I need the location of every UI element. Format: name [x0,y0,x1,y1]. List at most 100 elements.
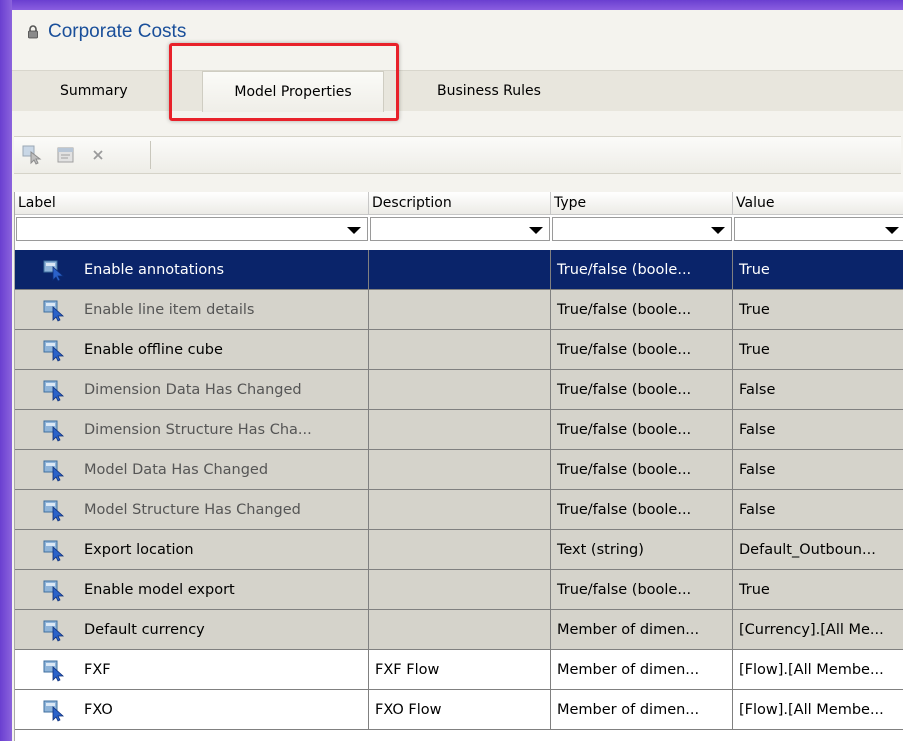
cell-label-text: Model Data Has Changed [84,462,269,478]
property-icon [43,418,65,442]
cell-label-text: Enable offline cube [84,342,223,358]
cell-type[interactable]: Member of dimen... [551,690,733,730]
cell-value[interactable]: True [733,330,903,370]
tab-business-rules[interactable]: Business Rules [437,71,541,111]
cell-label[interactable]: FXF [15,650,369,690]
toolbar [14,136,901,174]
cell-type[interactable]: True/false (boole... [551,250,733,290]
chevron-down-icon [347,227,361,234]
column-header-label[interactable]: Label [15,192,369,214]
cell-label[interactable]: Enable line item details [15,290,369,330]
column-header-value[interactable]: Value [733,192,903,214]
cell-description[interactable] [369,530,551,570]
cell-description[interactable] [369,410,551,450]
chevron-down-icon [529,227,543,234]
cell-type[interactable]: True/false (boole... [551,410,733,450]
table-row[interactable]: Default currency Member of dimen... [Curre… [15,610,903,650]
table-row[interactable]: Dimension Data Has Changed True/false (bo… [15,370,903,410]
cell-description[interactable] [369,250,551,290]
cell-label[interactable]: Default currency [15,610,369,650]
cell-type[interactable]: True/false (boole... [551,490,733,530]
property-icon [43,338,65,362]
filter-label-dropdown[interactable] [16,217,368,241]
cell-type[interactable]: Text (string) [551,530,733,570]
table-row[interactable]: Enable model export True/false (boole... T… [15,570,903,610]
cell-value[interactable]: False [733,410,903,450]
cell-value[interactable]: False [733,490,903,530]
cell-label-text: Default currency [84,622,205,638]
cell-label[interactable]: Model Data Has Changed [15,450,369,490]
cell-label-text: Enable line item details [84,302,255,318]
table-row[interactable]: FXF FXF Flow Member of dimen... [Flow].[All… [15,650,903,690]
model-panel: Corporate Costs Summary Model Properties… [12,10,903,741]
grid-header: Label Description Type Value [15,192,903,215]
tab-strip: Summary Model Properties Business Rules [12,70,903,112]
cell-value[interactable]: False [733,450,903,490]
property-icon [43,378,65,402]
filter-type-dropdown[interactable] [552,217,732,241]
property-icon [43,698,65,722]
filter-description-dropdown[interactable] [370,217,550,241]
cell-label-text: FXO [84,702,113,718]
cell-description[interactable] [369,570,551,610]
property-icon [43,458,65,482]
property-icon [43,498,65,522]
page-title: Corporate Costs [48,21,187,42]
table-row[interactable]: Dimension Structure Has Cha... True/false… [15,410,903,450]
cell-label[interactable]: Enable offline cube [15,330,369,370]
cell-type[interactable]: True/false (boole... [551,290,733,330]
column-header-type[interactable]: Type [551,192,733,214]
cell-type[interactable]: Member of dimen... [551,650,733,690]
delete-icon[interactable] [86,143,110,167]
cell-type[interactable]: True/false (boole... [551,450,733,490]
table-row[interactable]: Enable offline cube True/false (boole... T… [15,330,903,370]
properties-icon[interactable] [54,143,78,167]
cell-label[interactable]: Dimension Structure Has Cha... [15,410,369,450]
cell-value[interactable]: False [733,370,903,410]
cell-label-text: FXF [84,662,111,678]
cell-value[interactable]: Default_Outboun... [733,530,903,570]
frame-left-edge [0,0,12,741]
cell-description[interactable] [369,450,551,490]
cell-label[interactable]: Enable model export [15,570,369,610]
cell-value[interactable]: True [733,290,903,330]
cell-value[interactable]: [Flow].[All Membe... [733,690,903,730]
cell-description[interactable] [369,330,551,370]
select-icon[interactable] [20,143,44,167]
cell-type[interactable]: True/false (boole... [551,330,733,370]
cell-label[interactable]: Export location [15,530,369,570]
cell-type[interactable]: True/false (boole... [551,570,733,610]
cell-label-text: Enable model export [84,582,235,598]
cell-description[interactable]: FXF Flow [369,650,551,690]
annotation-highlight-box [169,43,399,121]
cell-value[interactable]: [Currency].[All Me... [733,610,903,650]
cell-value[interactable]: [Flow].[All Membe... [733,650,903,690]
property-icon [43,658,65,682]
cell-description[interactable] [369,370,551,410]
cell-value[interactable]: True [733,250,903,290]
property-icon [43,578,65,602]
table-row[interactable]: Model Structure Has Changed True/false (b… [15,490,903,530]
cell-label[interactable]: Dimension Data Has Changed [15,370,369,410]
cell-description[interactable] [369,290,551,330]
table-row[interactable]: Export location Text (string) Default_Outb… [15,530,903,570]
cell-label[interactable]: Model Structure Has Changed [15,490,369,530]
cell-description[interactable]: FXO Flow [369,690,551,730]
toolbar-separator [150,141,151,169]
cell-label[interactable]: FXO [15,690,369,730]
table-row[interactable]: Enable annotations True/false (boole... Tr… [15,250,903,290]
cell-description[interactable] [369,490,551,530]
table-row[interactable]: Enable line item details True/false (bool… [15,290,903,330]
column-header-description[interactable]: Description [369,192,551,214]
cell-value[interactable]: True [733,570,903,610]
table-row[interactable]: FXO FXO Flow Member of dimen... [Flow].[All… [15,690,903,730]
property-icon [43,538,65,562]
filter-value-dropdown[interactable] [734,217,903,241]
table-row[interactable]: Model Data Has Changed True/false (boole.… [15,450,903,490]
cell-label[interactable]: Enable annotations [15,250,369,290]
cell-type[interactable]: True/false (boole... [551,370,733,410]
properties-grid: Label Description Type Value Enable anno… [14,192,903,741]
cell-type[interactable]: Member of dimen... [551,610,733,650]
tab-summary[interactable]: Summary [60,71,128,111]
cell-description[interactable] [369,610,551,650]
